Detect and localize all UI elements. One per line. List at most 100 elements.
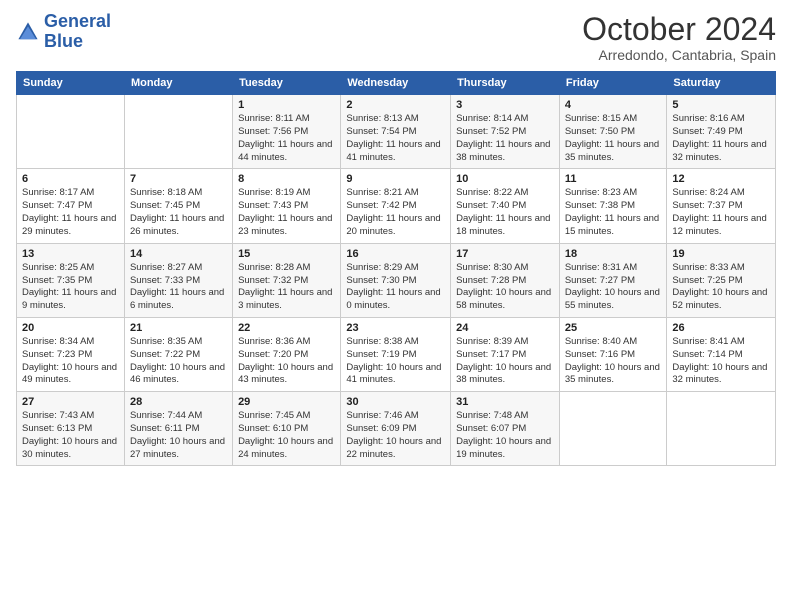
- day-number: 15: [238, 248, 335, 260]
- sunset-text: Sunset: 7:35 PM: [22, 275, 92, 286]
- day-info: Sunrise: 8:29 AMSunset: 7:30 PMDaylight:…: [346, 262, 445, 313]
- day-number: 6: [22, 173, 119, 185]
- sunset-text: Sunset: 7:45 PM: [130, 200, 200, 211]
- sunrise-text: Sunrise: 8:33 AM: [672, 262, 744, 273]
- calendar-cell: 2Sunrise: 8:13 AMSunset: 7:54 PMDaylight…: [341, 95, 451, 169]
- sunset-text: Sunset: 7:37 PM: [672, 200, 742, 211]
- daylight-text: Daylight: 11 hours and 44 minutes.: [238, 139, 332, 163]
- calendar-cell: 23Sunrise: 8:38 AMSunset: 7:19 PMDayligh…: [341, 317, 451, 391]
- sunset-text: Sunset: 7:27 PM: [565, 275, 635, 286]
- day-info: Sunrise: 8:15 AMSunset: 7:50 PMDaylight:…: [565, 113, 662, 164]
- calendar-cell: 13Sunrise: 8:25 AMSunset: 7:35 PMDayligh…: [17, 243, 125, 317]
- sunrise-text: Sunrise: 8:11 AM: [238, 113, 310, 124]
- day-info: Sunrise: 8:25 AMSunset: 7:35 PMDaylight:…: [22, 262, 119, 313]
- day-number: 11: [565, 173, 662, 185]
- sunrise-text: Sunrise: 8:24 AM: [672, 187, 744, 198]
- calendar-cell: 21Sunrise: 8:35 AMSunset: 7:22 PMDayligh…: [124, 317, 232, 391]
- daylight-text: Daylight: 10 hours and 27 minutes.: [130, 436, 225, 460]
- col-header-monday: Monday: [124, 72, 232, 95]
- sunrise-text: Sunrise: 7:45 AM: [238, 410, 310, 421]
- day-info: Sunrise: 8:22 AMSunset: 7:40 PMDaylight:…: [456, 187, 554, 238]
- daylight-text: Daylight: 11 hours and 12 minutes.: [672, 213, 766, 237]
- header: General Blue October 2024 Arredondo, Can…: [16, 12, 776, 63]
- day-number: 31: [456, 396, 554, 408]
- week-row-5: 27Sunrise: 7:43 AMSunset: 6:13 PMDayligh…: [17, 392, 776, 466]
- sunset-text: Sunset: 6:10 PM: [238, 423, 308, 434]
- daylight-text: Daylight: 10 hours and 19 minutes.: [456, 436, 551, 460]
- sunset-text: Sunset: 7:54 PM: [346, 126, 416, 137]
- header-row: SundayMondayTuesdayWednesdayThursdayFrid…: [17, 72, 776, 95]
- daylight-text: Daylight: 11 hours and 3 minutes.: [238, 287, 332, 311]
- day-number: 29: [238, 396, 335, 408]
- day-number: 5: [672, 99, 770, 111]
- calendar-cell: 31 Sunrise: 7:48 AMSunset: 6:07 PMDayligh…: [451, 392, 560, 466]
- daylight-text: Daylight: 11 hours and 15 minutes.: [565, 213, 659, 237]
- calendar-cell: 22Sunrise: 8:36 AMSunset: 7:20 PMDayligh…: [233, 317, 341, 391]
- calendar-cell: 15 Sunrise: 8:28 AM Sunset: 7:32 PMDayligh…: [233, 243, 341, 317]
- calendar-cell: 11Sunrise: 8:23 AMSunset: 7:38 PMDayligh…: [559, 169, 667, 243]
- sunrise-text: Sunrise: 8:31 AM: [565, 262, 637, 273]
- col-header-wednesday: Wednesday: [341, 72, 451, 95]
- daylight-text: Daylight: 10 hours and 35 minutes.: [565, 362, 660, 386]
- calendar-cell: 27Sunrise: 7:43 AMSunset: 6:13 PMDayligh…: [17, 392, 125, 466]
- day-number: 10: [456, 173, 554, 185]
- title-block: October 2024 Arredondo, Cantabria, Spain: [582, 12, 776, 63]
- calendar-cell: 12 Sunrise: 8:24 AM Sunset: 7:37 PM Dayligh…: [667, 169, 776, 243]
- logo-blue: Blue: [44, 31, 83, 51]
- calendar-table: SundayMondayTuesdayWednesdayThursdayFrid…: [16, 71, 776, 466]
- day-info: Sunrise: 8:24 AM Sunset: 7:37 PM Daylight:…: [672, 187, 770, 238]
- day-number: 20: [22, 322, 119, 334]
- day-number: 17: [456, 248, 554, 260]
- daylight-text: Daylight: 10 hours and 49 minutes.: [22, 362, 117, 386]
- sunset-text: Sunset: 7:52 PM: [456, 126, 526, 137]
- day-info: Sunrise: 8:19 AMSunset: 7:43 PMDaylight:…: [238, 187, 335, 238]
- daylight-text: Daylight: 11 hours and 20 minutes.: [346, 213, 440, 237]
- sunset-text: Sunset: 7:32 PM: [238, 275, 308, 286]
- sunrise-text: Sunrise: 8:30 AM: [456, 262, 528, 273]
- sunset-text: Sunset: 7:42 PM: [346, 200, 416, 211]
- calendar-cell: 17Sunrise: 8:30 AMSunset: 7:28 PMDayligh…: [451, 243, 560, 317]
- day-number: 23: [346, 322, 445, 334]
- calendar-cell: 1Sunrise: 8:11 AMSunset: 7:56 PMDaylight…: [233, 95, 341, 169]
- sunrise-text: Sunrise: 8:35 AM: [130, 336, 202, 347]
- day-info: Sunrise: 7:48 AMSunset: 6:07 PMDaylight:…: [456, 410, 554, 461]
- day-number: 14: [130, 248, 227, 260]
- month-title: October 2024: [582, 12, 776, 47]
- sunrise-text: Sunrise: 8:14 AM: [456, 113, 528, 124]
- day-info: Sunrise: 8:39 AMSunset: 7:17 PMDaylight:…: [456, 336, 554, 387]
- calendar-cell: 24 Sunrise: 8:39 AMSunset: 7:17 PMDayligh…: [451, 317, 560, 391]
- day-number: 25: [565, 322, 662, 334]
- daylight-text: Daylight: 11 hours and 26 minutes.: [130, 213, 224, 237]
- sunrise-text: Sunrise: 8:36 AM: [238, 336, 310, 347]
- sunrise-text: Sunrise: 8:40 AM: [565, 336, 637, 347]
- daylight-text: Daylight: 11 hours and 18 minutes.: [456, 213, 550, 237]
- calendar-cell: 29Sunrise: 7:45 AMSunset: 6:10 PMDayligh…: [233, 392, 341, 466]
- sunrise-text: Sunrise: 8:17 AM: [22, 187, 94, 198]
- day-number: 18: [565, 248, 662, 260]
- day-number: 12: [672, 173, 770, 185]
- day-number: 21: [130, 322, 227, 334]
- day-number: 24: [456, 322, 554, 334]
- sunrise-text: Sunrise: 8:25 AM: [22, 262, 94, 273]
- daylight-text: Daylight: 10 hours and 41 minutes.: [346, 362, 441, 386]
- daylight-text: Daylight: 10 hours and 55 minutes.: [565, 287, 660, 311]
- sunrise-text: Sunrise: 7:48 AM: [456, 410, 528, 421]
- sunset-text: Sunset: 6:13 PM: [22, 423, 92, 434]
- calendar-cell: 19Sunrise: 8:33 AMSunset: 7:25 PMDayligh…: [667, 243, 776, 317]
- daylight-text: Daylight: 11 hours and 32 minutes.: [672, 139, 766, 163]
- day-number: 28: [130, 396, 227, 408]
- daylight-text: Daylight: 11 hours and 35 minutes.: [565, 139, 659, 163]
- calendar-cell: 18 Sunrise: 8:31 AM Sunset: 7:27 PMDayligh…: [559, 243, 667, 317]
- sunrise-text: Sunrise: 8:34 AM: [22, 336, 94, 347]
- sunrise-text: Sunrise: 8:29 AM: [346, 262, 418, 273]
- sunset-text: Sunset: 7:23 PM: [22, 349, 92, 360]
- day-info: Sunrise: 7:45 AMSunset: 6:10 PMDaylight:…: [238, 410, 335, 461]
- sunset-text: Sunset: 7:16 PM: [565, 349, 635, 360]
- day-number: 8: [238, 173, 335, 185]
- daylight-text: Daylight: 10 hours and 43 minutes.: [238, 362, 333, 386]
- week-row-2: 6Sunrise: 8:17 AMSunset: 7:47 PMDaylight…: [17, 169, 776, 243]
- daylight-text: Daylight: 10 hours and 38 minutes.: [456, 362, 551, 386]
- col-header-sunday: Sunday: [17, 72, 125, 95]
- sunset-text: Sunset: 7:25 PM: [672, 275, 742, 286]
- sunrise-text: Sunrise: 8:28 AM: [238, 262, 310, 273]
